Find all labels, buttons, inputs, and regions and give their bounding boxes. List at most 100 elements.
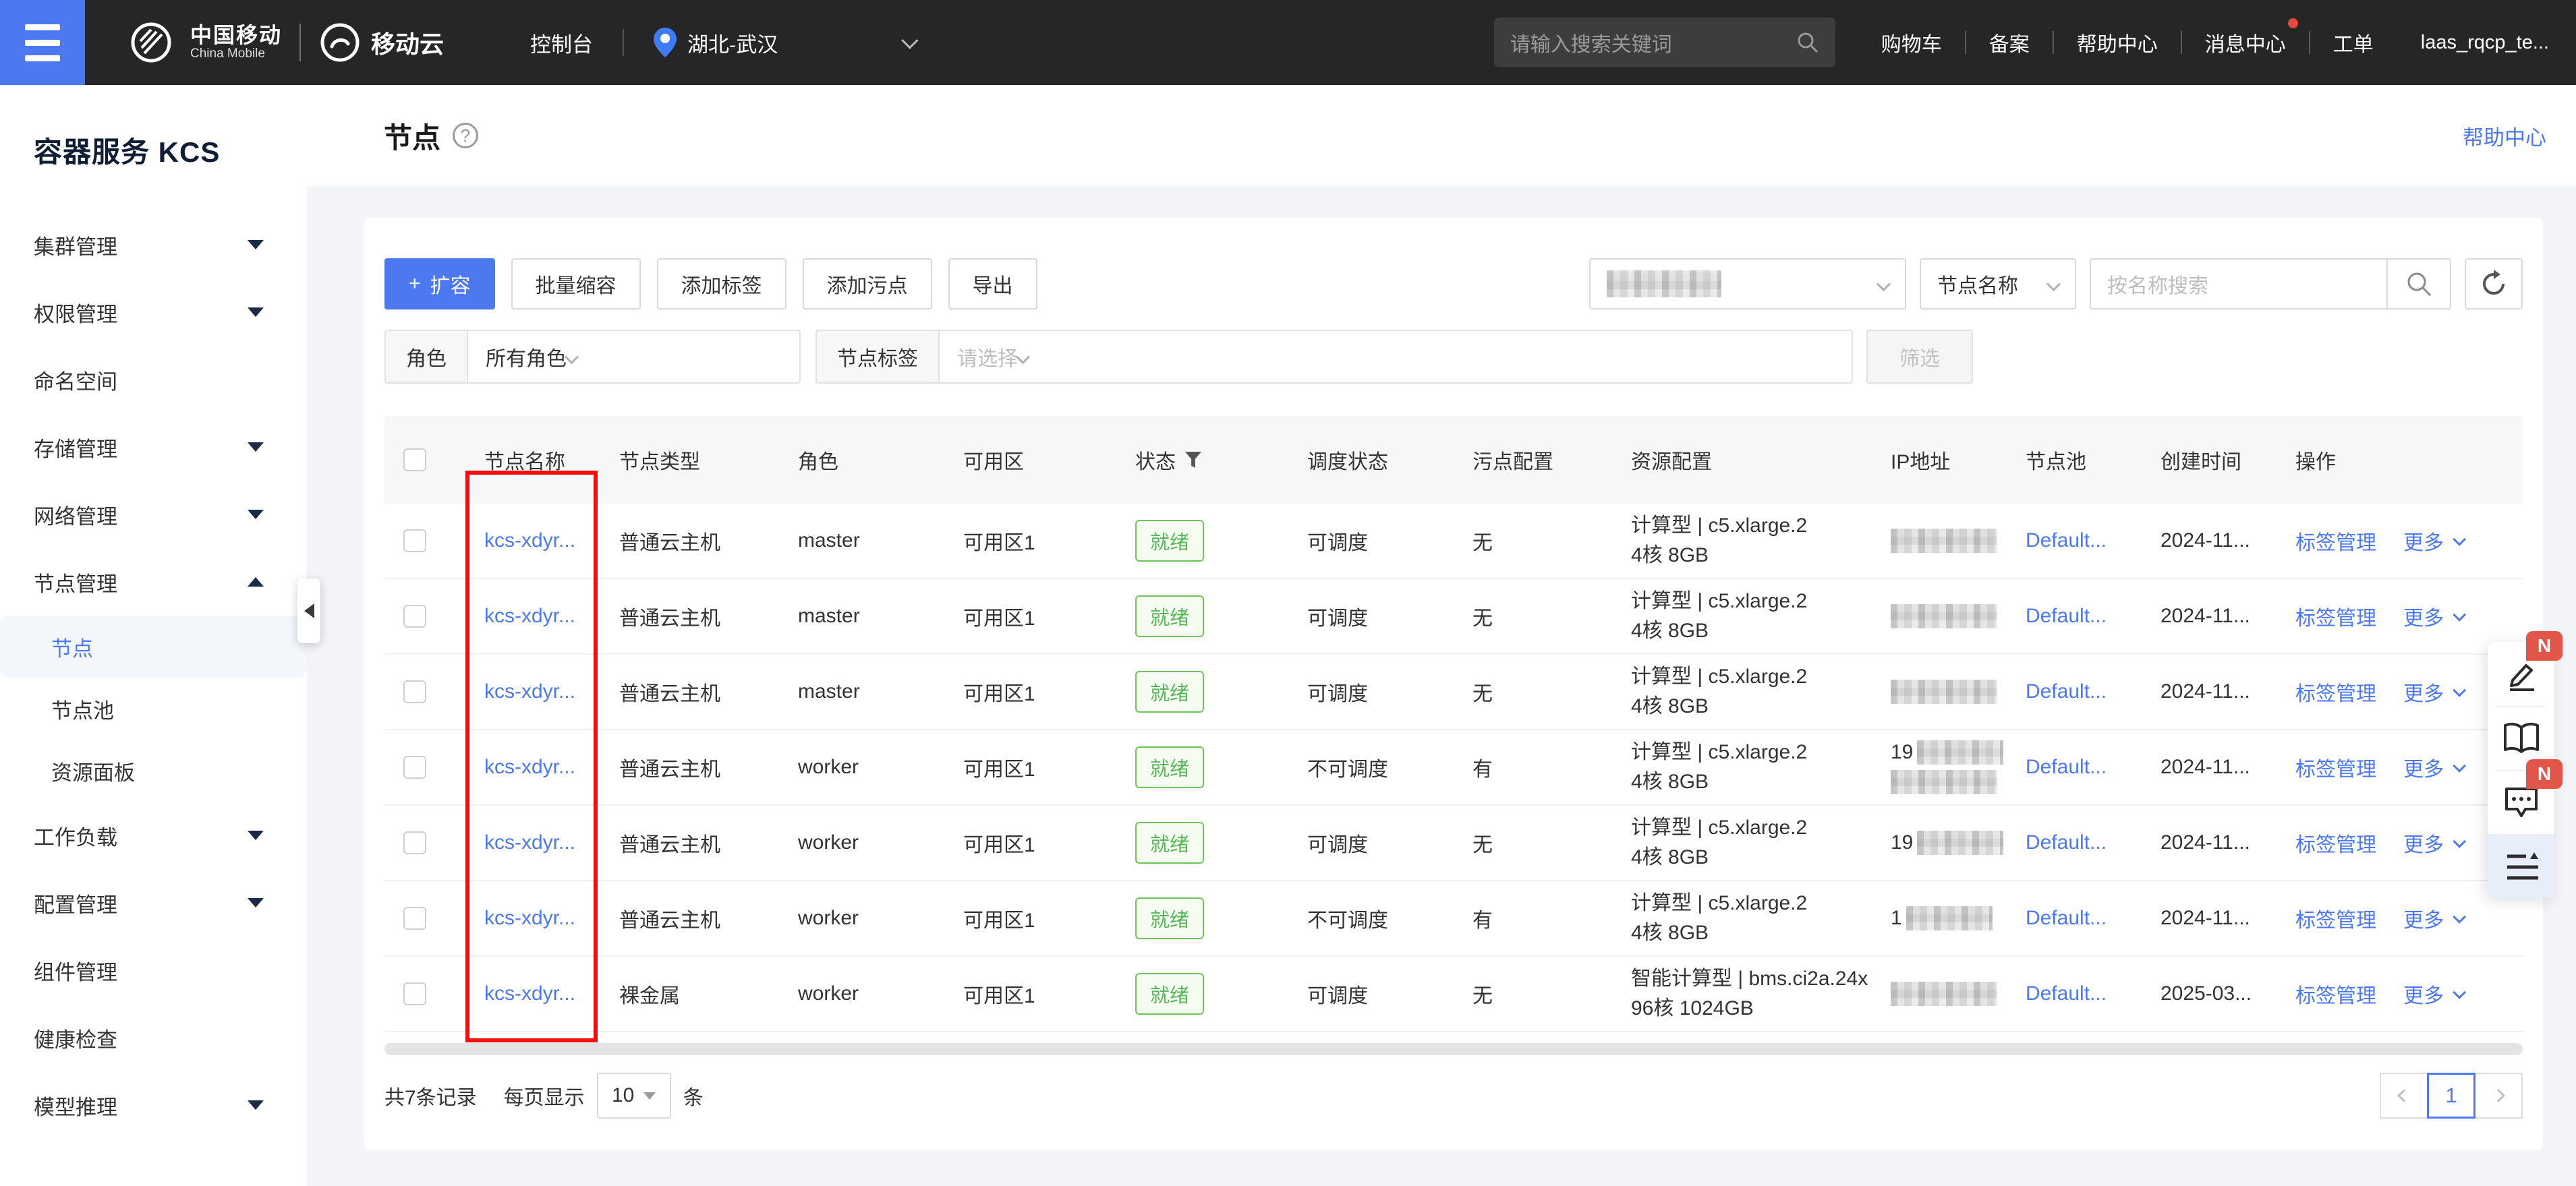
more-actions-link[interactable]: 更多 — [2403, 979, 2444, 1009]
node-pool-link[interactable]: Default... — [2026, 680, 2107, 703]
node-name-link[interactable]: kcs-xdyr... — [484, 756, 575, 779]
node-name-link[interactable]: kcs-xdyr... — [484, 831, 575, 854]
node-pool-link[interactable]: Default... — [2026, 907, 2107, 930]
topbar-search[interactable]: 请输入搜索关键词 — [1494, 18, 1835, 67]
filter-funnel-icon[interactable] — [1185, 452, 1201, 468]
search-button[interactable] — [2386, 258, 2451, 309]
more-actions-link[interactable]: 更多 — [2403, 526, 2444, 556]
cluster-select[interactable] — [1589, 258, 1906, 309]
manage-labels-link[interactable]: 标签管理 — [2295, 979, 2376, 1009]
manage-labels-link[interactable]: 标签管理 — [2295, 828, 2376, 858]
manage-labels-link[interactable]: 标签管理 — [2295, 752, 2376, 782]
region-label: 湖北-武汉 — [687, 28, 778, 58]
add-label-button[interactable]: 添加标签 — [657, 258, 786, 309]
topbar-item[interactable]: 帮助中心 — [2054, 28, 2181, 57]
ip-line: 1 — [1891, 906, 1993, 930]
help-center-link[interactable]: 帮助中心 — [2463, 121, 2546, 151]
topbar-item[interactable]: 备案 — [1966, 28, 2053, 57]
account-name[interactable]: laas_rqcp_te... — [2421, 32, 2549, 54]
toolbar-right: 节点名称 按名称搜索 — [1589, 258, 2523, 309]
sidebar-item[interactable]: 模型推理 — [0, 1071, 307, 1139]
node-name-link[interactable]: kcs-xdyr... — [484, 605, 575, 628]
console-link[interactable]: 控制台 — [530, 28, 593, 58]
node-name-link[interactable]: kcs-xdyr... — [484, 529, 575, 552]
sidebar-subitem[interactable]: 资源面板 — [0, 740, 307, 802]
more-actions-link[interactable]: 更多 — [2403, 601, 2444, 631]
page-size-select[interactable]: 10 — [597, 1073, 671, 1119]
sidebar-item[interactable]: 组件管理 — [0, 937, 307, 1004]
help-question-icon[interactable]: ? — [453, 123, 478, 148]
chevron-down-icon — [901, 32, 918, 49]
topbar-item[interactable]: 消息中心 — [2182, 28, 2309, 57]
node-role: master — [779, 529, 944, 552]
manage-labels-link[interactable]: 标签管理 — [2295, 903, 2376, 933]
region-selector[interactable]: 湖北-武汉 — [654, 28, 914, 58]
sidebar-collapse-handle[interactable] — [297, 579, 320, 643]
manage-labels-link[interactable]: 标签管理 — [2295, 677, 2376, 707]
sidebar-item[interactable]: 命名空间 — [0, 346, 307, 413]
sidebar-item-label: 健康检查 — [34, 1023, 117, 1053]
survey-pencil-button[interactable]: N — [2488, 642, 2554, 706]
add-taint-button[interactable]: 添加污点 — [803, 258, 932, 309]
sidebar-item[interactable]: 配置管理 — [0, 869, 307, 937]
row-checkbox[interactable] — [403, 907, 426, 930]
sidebar-item[interactable]: 权限管理 — [0, 278, 307, 346]
manage-labels-link[interactable]: 标签管理 — [2295, 601, 2376, 631]
node-search-input[interactable]: 按名称搜索 — [2090, 258, 2386, 309]
topbar-item[interactable]: 工单 — [2310, 28, 2397, 57]
node-name-link[interactable]: kcs-xdyr... — [484, 982, 575, 1005]
sidebar-item[interactable]: 网络管理 — [0, 481, 307, 548]
refresh-button[interactable] — [2465, 258, 2523, 309]
next-page-button[interactable] — [2474, 1073, 2523, 1119]
table-row: kcs-xdyr... 普通云主机 worker 可用区1 就绪 不可调度 有 … — [384, 881, 2523, 957]
more-actions-link[interactable]: 更多 — [2403, 752, 2444, 782]
row-checkbox[interactable] — [403, 605, 426, 628]
sidebar-subitem[interactable]: 节点 — [0, 616, 307, 678]
sidebar-subitem[interactable]: 节点池 — [0, 678, 307, 740]
row-checkbox[interactable] — [403, 831, 426, 854]
row-checkbox[interactable] — [403, 756, 426, 779]
prev-page-button[interactable] — [2380, 1073, 2428, 1119]
node-name-link[interactable]: kcs-xdyr... — [484, 680, 575, 703]
tag-filter-select[interactable]: 请选择 — [938, 330, 1853, 384]
chevron-right-icon — [2492, 1089, 2505, 1102]
node-pool-link[interactable]: Default... — [2026, 982, 2107, 1005]
mobile-cloud-logo-icon — [318, 21, 362, 64]
triangle-down-icon — [248, 510, 264, 519]
sidebar-item[interactable]: 集群管理 — [0, 211, 307, 278]
batch-shrink-button[interactable]: 批量缩容 — [511, 258, 641, 309]
row-checkbox[interactable] — [403, 680, 426, 703]
expand-capacity-button[interactable]: + 扩容 — [384, 258, 495, 309]
row-checkbox[interactable] — [403, 982, 426, 1005]
role-filter-select[interactable]: 所有角色 — [467, 330, 801, 384]
topbar-item[interactable]: 购物车 — [1858, 28, 1965, 57]
node-pool-link[interactable]: Default... — [2026, 605, 2107, 628]
node-pool-link[interactable]: Default... — [2026, 831, 2107, 854]
search-field-select[interactable]: 节点名称 — [1920, 258, 2076, 309]
toolbar-menu-button[interactable] — [2488, 834, 2554, 898]
hamburger-menu-button[interactable] — [0, 0, 85, 85]
column-label: 资源配置 — [1631, 445, 1712, 475]
node-pool-link[interactable]: Default... — [2026, 529, 2107, 552]
sidebar-item[interactable]: 工作负载 — [0, 802, 307, 869]
manage-labels-link[interactable]: 标签管理 — [2295, 526, 2376, 556]
topbar: 中国移动 China Mobile 移动云 控制台 湖北-武汉 请输入搜索关键词… — [0, 0, 2576, 85]
more-actions-link[interactable]: 更多 — [2403, 903, 2444, 933]
table-row: kcs-xdyr... 普通云主机 worker 可用区1 就绪 不可调度 有 … — [384, 730, 2523, 806]
node-name-link[interactable]: kcs-xdyr... — [484, 907, 575, 930]
sidebar-item[interactable]: 节点管理 — [0, 548, 307, 616]
page-number-button[interactable]: 1 — [2427, 1073, 2475, 1119]
created-time: 2025-03... — [2142, 982, 2277, 1005]
more-actions-link[interactable]: 更多 — [2403, 828, 2444, 858]
node-pool-link[interactable]: Default... — [2026, 756, 2107, 779]
feedback-chat-button[interactable]: N — [2488, 770, 2554, 834]
more-actions-link[interactable]: 更多 — [2403, 677, 2444, 707]
sidebar-item[interactable]: 健康检查 — [0, 1004, 307, 1071]
horizontal-scrollbar[interactable] — [384, 1043, 2523, 1055]
row-checkbox[interactable] — [403, 529, 426, 552]
sidebar-item[interactable]: 存储管理 — [0, 413, 307, 481]
select-all-checkbox[interactable] — [403, 448, 426, 471]
chat-bubble-icon — [2502, 785, 2540, 820]
filter-apply-button[interactable]: 筛选 — [1866, 330, 1973, 384]
export-button[interactable]: 导出 — [948, 258, 1037, 309]
